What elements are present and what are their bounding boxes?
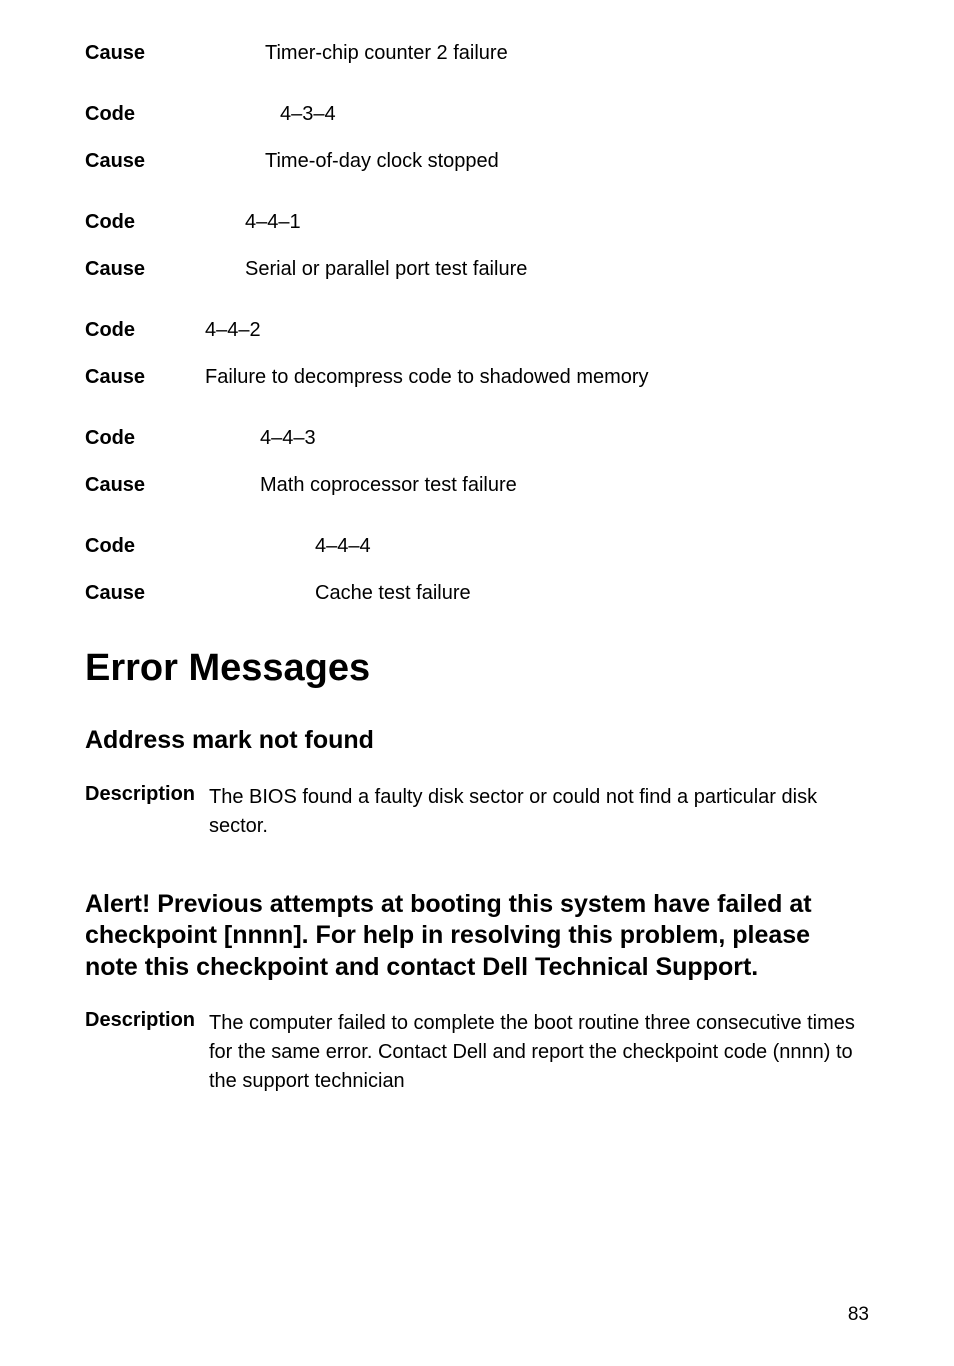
code-entry-row: Code4–4–2 — [85, 319, 869, 342]
entry-label: Cause — [85, 366, 205, 389]
entry-value: Timer-chip counter 2 failure — [265, 42, 508, 65]
description-text: The computer failed to complete the boot… — [209, 1009, 869, 1096]
code-entry-row: Code4–4–1 — [85, 211, 869, 234]
entry-label: Code — [85, 103, 280, 126]
entry-label: Cause — [85, 150, 265, 173]
description-row-1: Description The BIOS found a faulty disk… — [85, 783, 869, 841]
code-entry-row: CauseCache test failure — [85, 582, 869, 605]
main-heading: Error Messages — [85, 647, 869, 690]
code-entry-row: CauseTime-of-day clock stopped — [85, 150, 869, 173]
entry-value: 4–4–4 — [315, 535, 371, 558]
entry-value: Cache test failure — [315, 582, 471, 605]
codes-list: CauseTimer-chip counter 2 failureCode4–3… — [85, 42, 869, 605]
entry-label: Cause — [85, 474, 260, 497]
entry-value: Time-of-day clock stopped — [265, 150, 499, 173]
section-heading-1: Address mark not found — [85, 726, 869, 755]
entry-label: Code — [85, 535, 315, 558]
description-label: Description — [85, 783, 209, 841]
description-row-2: Description The computer failed to compl… — [85, 1009, 869, 1096]
code-entry-row: CauseSerial or parallel port test failur… — [85, 258, 869, 281]
entry-value: 4–4–1 — [245, 211, 301, 234]
code-entry-row: Code4–4–4 — [85, 535, 869, 558]
section-heading-2: Alert! Previous attempts at booting this… — [85, 889, 869, 983]
entry-value: Serial or parallel port test failure — [245, 258, 527, 281]
entry-value: 4–3–4 — [280, 103, 336, 126]
code-entry-row: CauseTimer-chip counter 2 failure — [85, 42, 869, 65]
entry-label: Code — [85, 211, 245, 234]
entry-label: Code — [85, 427, 260, 450]
entry-value: Failure to decompress code to shadowed m… — [205, 366, 649, 389]
code-entry-row: Code4–3–4 — [85, 103, 869, 126]
entry-value: 4–4–2 — [205, 319, 261, 342]
code-entry-row: CauseFailure to decompress code to shado… — [85, 366, 869, 389]
code-entry-row: CauseMath coprocessor test failure — [85, 474, 869, 497]
entry-value: 4–4–3 — [260, 427, 316, 450]
entry-label: Cause — [85, 42, 265, 65]
description-text: The BIOS found a faulty disk sector or c… — [209, 783, 869, 841]
entry-label: Code — [85, 319, 205, 342]
code-entry-row: Code4–4–3 — [85, 427, 869, 450]
entry-label: Cause — [85, 582, 315, 605]
entry-value: Math coprocessor test failure — [260, 474, 517, 497]
description-label: Description — [85, 1009, 209, 1096]
page-number: 83 — [848, 1304, 869, 1326]
entry-label: Cause — [85, 258, 245, 281]
